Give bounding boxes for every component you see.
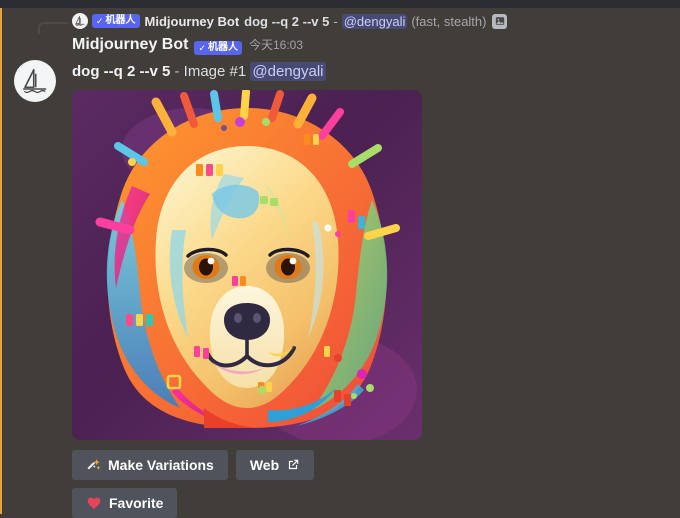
web-label: Web xyxy=(249,457,280,473)
action-button-row-1: Make Variations Web xyxy=(72,450,680,480)
timestamp-time: 16:03 xyxy=(273,38,304,52)
generated-image[interactable] xyxy=(72,90,422,440)
reply-mention[interactable]: @dengyali xyxy=(341,13,408,29)
reply-bot-badge: ✓ 机器人 xyxy=(92,14,140,28)
bot-badge-check-icon: ✓ xyxy=(198,42,206,53)
reply-prompt-value: dog --q 2 --v 5 xyxy=(244,13,330,29)
bot-badge-label: 机器人 xyxy=(207,42,238,53)
reply-preview[interactable]: ✓ 机器人 Midjourney Bot dog --q 2 --v 5 - @… xyxy=(0,8,680,34)
content-image-label: Image #1 xyxy=(183,63,247,80)
make-variations-button[interactable]: Make Variations xyxy=(72,450,228,480)
timestamp-day: 今天 xyxy=(248,38,273,52)
bot-badge-check-icon: ✓ xyxy=(96,15,104,26)
generated-image-attachment[interactable] xyxy=(72,90,422,440)
web-button[interactable]: Web xyxy=(235,450,315,480)
heart-icon xyxy=(86,495,102,511)
magic-wand-icon xyxy=(86,458,101,473)
message-header: Midjourney Bot ✓ 机器人 今天16:03 xyxy=(72,36,680,60)
message-content: dog --q 2 --v 5 - Image #1 @dengyali xyxy=(72,62,680,82)
favorite-label: Favorite xyxy=(109,495,164,511)
channel-top-bar xyxy=(0,0,680,8)
content-mention[interactable]: @dengyali xyxy=(250,62,326,81)
message-timestamp[interactable]: 今天16:03 xyxy=(249,36,303,53)
reply-meta-text: (fast, stealth) xyxy=(411,13,487,29)
midjourney-sailboat-icon xyxy=(72,13,88,29)
reply-author-name[interactable]: Midjourney Bot xyxy=(145,14,240,29)
bot-badge-label: 机器人 xyxy=(105,15,136,26)
message-container: ✓ 机器人 Midjourney Bot dog --q 2 --v 5 - @… xyxy=(0,8,680,518)
external-link-icon xyxy=(286,458,300,472)
content-separator: - xyxy=(174,63,180,80)
reply-prompt-text: dog --q 2 --v 5 xyxy=(244,14,329,29)
make-variations-label: Make Variations xyxy=(108,457,214,473)
message-body: Midjourney Bot ✓ 机器人 今天16:03 dog --q 2 -… xyxy=(0,34,680,518)
reply-spine-connector xyxy=(38,22,68,34)
image-attachment-icon xyxy=(492,13,508,29)
avatar[interactable] xyxy=(14,60,56,102)
message-author-name[interactable]: Midjourney Bot xyxy=(72,36,188,54)
reply-separator: - xyxy=(333,13,338,29)
message-bot-badge: ✓ 机器人 xyxy=(194,41,242,55)
content-prompt: dog --q 2 --v 5 xyxy=(72,63,171,80)
